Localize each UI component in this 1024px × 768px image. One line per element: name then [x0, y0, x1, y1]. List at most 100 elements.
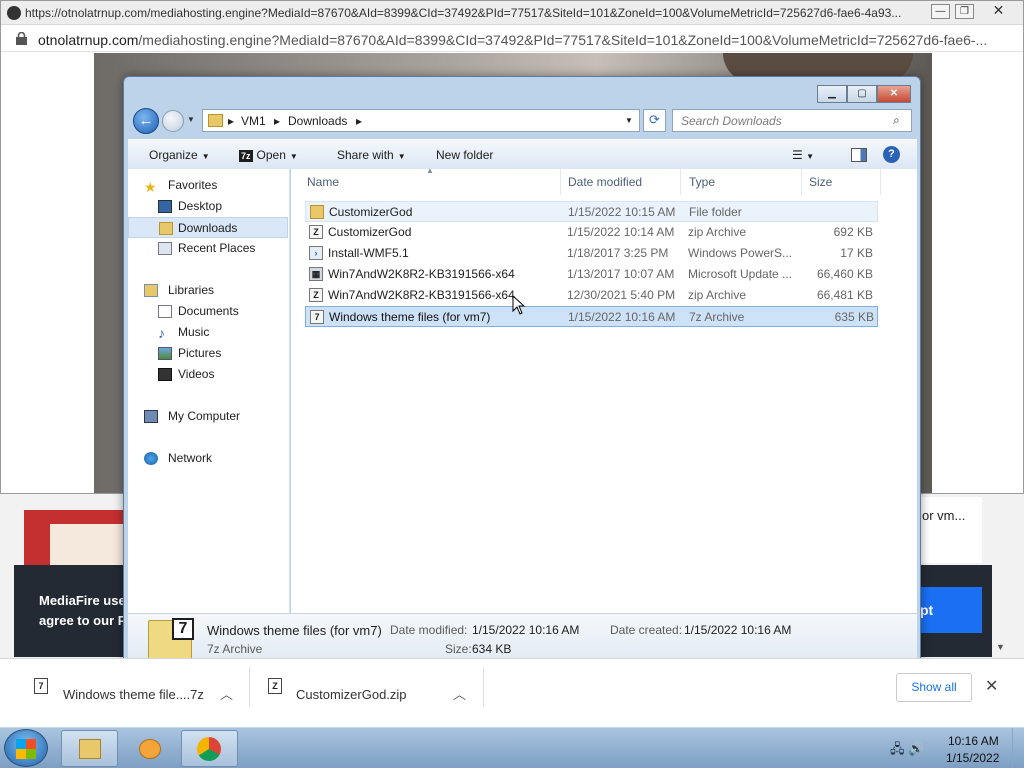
powershell-script-icon: ›	[309, 246, 323, 260]
back-button[interactable]: ←	[133, 108, 159, 134]
column-header-size[interactable]: Size	[801, 169, 881, 195]
page-right-text[interactable]: or vm...	[922, 508, 965, 523]
popup-title: https://otnolatrnup.com/mediahosting.eng…	[25, 6, 902, 20]
nav-recent-places[interactable]: Recent Places	[128, 238, 288, 259]
scroll-down-arrow-icon[interactable]: ▼	[996, 642, 1005, 652]
network-tray-icon[interactable]: 🖧	[890, 741, 905, 756]
change-view-icon[interactable]: ☰ ▼	[792, 148, 814, 162]
address-dropdown-icon[interactable]: ▼	[625, 116, 633, 125]
file-size: 66,481 KB	[816, 288, 873, 302]
file-name: Install-WMF5.1	[328, 246, 409, 260]
refresh-button[interactable]: ⟳	[643, 109, 666, 132]
explorer-close-button[interactable]: ✕	[877, 85, 911, 103]
explorer-maximize-button[interactable]: ▢	[847, 85, 877, 103]
breadcrumb-vm1[interactable]: VM1	[241, 114, 266, 128]
search-input[interactable]: Search Downloads ⌕	[672, 109, 912, 132]
nav-libraries[interactable]: Libraries	[128, 280, 288, 301]
breadcrumb-separator-icon[interactable]: ▸	[274, 114, 280, 128]
file-type: zip Archive	[688, 225, 747, 239]
downloads-bar: 7 Windows theme file....7z ︿ Z Customize…	[0, 658, 1024, 714]
taskbar-media-player-button[interactable]	[121, 730, 178, 767]
search-placeholder: Search Downloads	[681, 114, 782, 128]
file-type: Windows PowerS...	[688, 246, 793, 260]
help-icon[interactable]: ?	[883, 146, 900, 163]
chevron-down-icon: ▼	[397, 152, 406, 161]
popup-address-bar[interactable]: otnolatrnup.com/mediahosting.engine?Medi…	[1, 26, 1023, 52]
url-path: /mediahosting.engine?MediaId=87670&AId=8…	[138, 32, 988, 48]
breadcrumb-separator-icon[interactable]: ▸	[356, 114, 362, 128]
sort-ascending-icon: ▲	[426, 166, 434, 175]
start-button[interactable]	[4, 729, 48, 767]
share-with-button[interactable]: Share with ▼	[337, 148, 406, 162]
nav-downloads[interactable]: Downloads	[128, 217, 288, 238]
nav-network-label: Network	[168, 451, 213, 465]
details-file-type: 7z Archive	[207, 642, 263, 656]
computer-icon	[144, 410, 158, 423]
nav-pictures[interactable]: Pictures	[128, 343, 288, 364]
taskbar-chrome-button[interactable]	[181, 730, 238, 767]
open-button[interactable]: 7z Open ▼	[239, 148, 298, 162]
download-item[interactable]: 7 Windows theme file....7z ︿	[24, 667, 250, 707]
cookie-text-line2: agree to our P	[39, 613, 127, 628]
download-item[interactable]: Z CustomizerGod.zip ︿	[258, 667, 484, 707]
popup-url[interactable]: otnolatrnup.com/mediahosting.engine?Medi…	[38, 32, 1008, 48]
nav-desktop[interactable]: Desktop	[128, 196, 288, 217]
chevron-up-icon[interactable]: ︿	[220, 684, 233, 703]
windows-logo-icon	[16, 739, 36, 759]
breadcrumb-separator-icon[interactable]: ▸	[228, 114, 234, 128]
nav-videos[interactable]: Videos	[128, 364, 288, 385]
mouse-cursor-icon	[512, 295, 526, 315]
media-player-icon	[139, 739, 161, 759]
network-icon	[144, 452, 158, 465]
volume-icon[interactable]: 🔊	[908, 741, 924, 756]
minimize-button[interactable]: —	[931, 4, 950, 19]
organize-button[interactable]: Organize ▼	[149, 148, 210, 162]
file-size: 66,460 KB	[816, 267, 873, 281]
chevron-up-icon[interactable]: ︿	[453, 684, 466, 703]
file-row[interactable]: › Install-WMF5.1 1/18/2017 3:25 PM Windo…	[305, 243, 878, 264]
close-button[interactable]: ✕	[989, 3, 1008, 19]
column-header-type[interactable]: Type	[681, 169, 802, 195]
popup-titlebar: https://otnolatrnup.com/mediahosting.eng…	[1, 1, 1023, 25]
breadcrumb-downloads[interactable]: Downloads	[288, 114, 347, 128]
7z-file-icon: 7	[34, 678, 48, 694]
search-icon[interactable]: ⌕	[893, 113, 900, 128]
file-row-selected[interactable]: 7 Windows theme files (for vm7) 1/15/202…	[305, 306, 878, 327]
file-size: 635 KB	[834, 310, 874, 324]
zip-file-icon: Z	[268, 678, 282, 694]
cookie-accept-button[interactable]: pt	[915, 587, 982, 633]
recent-pages-dropdown-icon[interactable]: ▼	[187, 115, 195, 124]
show-all-button[interactable]: Show all	[896, 673, 972, 702]
taskbar-explorer-button[interactable]	[61, 730, 118, 767]
nav-my-computer[interactable]: My Computer	[128, 406, 288, 427]
tray-icons[interactable]: 🖧 🔊	[890, 740, 924, 762]
nav-favorites[interactable]: ★ Favorites	[128, 175, 288, 196]
preview-pane-icon[interactable]	[851, 148, 867, 162]
explorer-window: ▁ ▢ ✕ ← ▼ ▸ VM1 ▸ Downloads ▸ ▼ ⟳ Search…	[123, 76, 921, 672]
clock-time[interactable]: 10:16 AM	[948, 734, 999, 748]
explorer-minimize-button[interactable]: ▁	[817, 85, 847, 103]
nav-network[interactable]: Network	[128, 448, 288, 469]
column-header-date-modified[interactable]: Date modified	[560, 169, 681, 195]
explorer-address-bar[interactable]: ▸ VM1 ▸ Downloads ▸ ▼	[202, 109, 640, 132]
file-row[interactable]: ▦ Win7AndW2K8R2-KB3191566-x64 1/13/2017 …	[305, 264, 878, 285]
command-toolbar: Organize ▼ 7z Open ▼ Share with ▼ New folder…	[128, 139, 917, 169]
file-row[interactable]: Z CustomizerGod 1/15/2022 10:14 AM zip A…	[305, 222, 878, 243]
nav-documents[interactable]: Documents	[128, 301, 288, 322]
maximize-button[interactable]: ❐	[955, 4, 974, 19]
close-downloads-bar-icon[interactable]: ✕	[985, 676, 998, 696]
navigation-row: ← ▼ ▸ VM1 ▸ Downloads ▸ ▼ ⟳ Search Downl…	[131, 106, 917, 136]
zip-archive-icon: Z	[309, 225, 323, 239]
clock-date[interactable]: 1/15/2022	[946, 751, 999, 765]
new-folder-button[interactable]: New folder	[436, 148, 493, 162]
show-desktop-button[interactable]	[1012, 728, 1024, 768]
details-file-name: Windows theme files (for vm7)	[207, 623, 382, 638]
details-created-value: 1/15/2022 10:16 AM	[684, 623, 792, 637]
file-row[interactable]: Z Win7AndW2K8R2-KB3191566-x64 12/30/2021…	[305, 285, 878, 306]
file-name: CustomizerGod	[328, 225, 412, 239]
file-row[interactable]: CustomizerGod 1/15/2022 10:15 AM File fo…	[305, 201, 878, 222]
forward-button[interactable]	[162, 110, 184, 132]
lock-icon	[16, 32, 27, 45]
folder-icon	[310, 205, 324, 219]
nav-music[interactable]: ♪ Music	[128, 322, 288, 343]
